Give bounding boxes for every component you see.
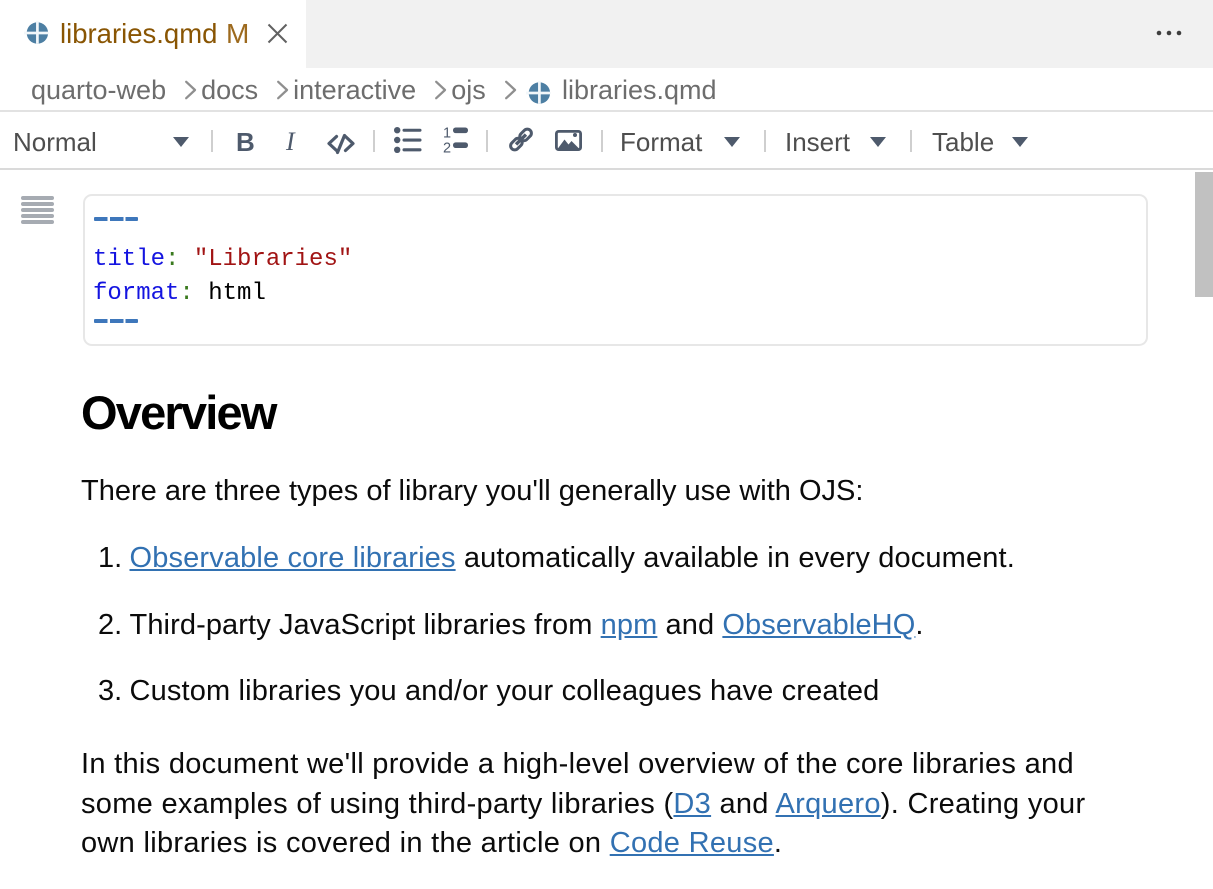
svg-text:2: 2 (443, 141, 451, 155)
svg-text:1: 1 (443, 126, 451, 142)
